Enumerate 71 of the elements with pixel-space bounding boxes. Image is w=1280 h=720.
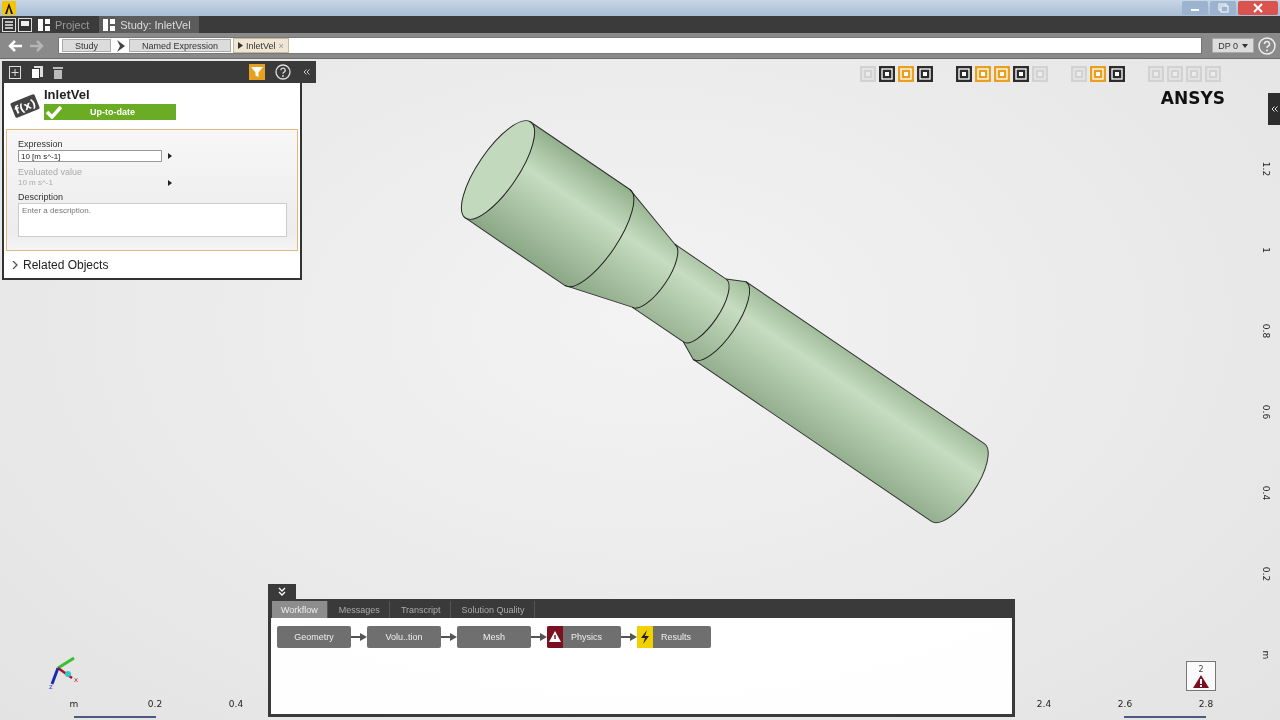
arrow-icon (351, 633, 367, 641)
double-chevron-icon (1270, 106, 1278, 112)
collapse-button[interactable] (1268, 93, 1280, 125)
workflow-step[interactable]: Results (637, 626, 711, 648)
caret-icon (1242, 43, 1248, 48)
arrow-icon (441, 633, 457, 641)
warning-icon (547, 626, 563, 648)
caret-icon (238, 42, 244, 49)
breadcrumb-item[interactable]: Study (62, 39, 111, 52)
view-tool-icon[interactable] (956, 66, 972, 82)
ruler-label: 2.8 (1197, 699, 1215, 709)
chevron-icon (115, 38, 127, 53)
workflow-step[interactable]: Geometry (277, 626, 351, 648)
status-badge: Up-to-date (44, 104, 176, 120)
ruler-label: 0.4 (227, 699, 245, 709)
warning-badge[interactable]: 2 (1186, 661, 1216, 691)
ruler-label: 2.4 (1035, 699, 1053, 709)
expression-name: InletVel (44, 87, 91, 102)
field-label: Evaluated value (18, 167, 84, 177)
ruler-label: 0.6 (1260, 404, 1272, 420)
close-icon[interactable] (1238, 1, 1278, 15)
check-icon (46, 105, 62, 119)
function-icon: f(x) (10, 91, 40, 121)
collapse-icon[interactable] (268, 584, 296, 599)
expand-arrow-icon[interactable] (168, 179, 172, 186)
view-tool-icon[interactable] (1013, 66, 1029, 82)
ruler-label: 2.6 (1116, 699, 1134, 709)
ruler-label: m (68, 699, 80, 709)
field-label: Description (18, 192, 65, 202)
ruler-label: 0.4 (1260, 485, 1272, 501)
design-point-dropdown[interactable]: DP 0 (1212, 38, 1254, 53)
delete-icon[interactable] (53, 65, 63, 79)
view-tool-icon[interactable] (879, 66, 895, 82)
window-tab[interactable]: Study: InletVel (99, 16, 199, 33)
collapse-icon[interactable] (303, 69, 310, 75)
layout-icon (38, 18, 50, 31)
help-icon[interactable] (275, 64, 291, 80)
warning-icon (1193, 674, 1209, 688)
ruler-label: 1 (1260, 246, 1272, 255)
breadcrumb-item[interactable]: InletVel (246, 40, 276, 51)
new-icon[interactable] (9, 65, 21, 79)
view-tool-icon[interactable] (1109, 66, 1125, 82)
ruler-label: 0.8 (1260, 323, 1272, 339)
expression-field[interactable]: 10 [m s^-1] (18, 150, 162, 162)
brand-logo: ANSYS (1160, 88, 1225, 108)
ruler-label: 0.2 (1260, 566, 1272, 582)
menu-icon[interactable] (2, 17, 16, 32)
arrow-icon (531, 633, 547, 641)
copy-icon[interactable] (31, 65, 43, 79)
window-icon[interactable] (18, 17, 32, 32)
layout-icon (103, 18, 116, 31)
workflow-step[interactable]: Mesh (457, 626, 531, 648)
arrow-icon (621, 633, 637, 641)
view-tool-icon[interactable] (917, 66, 933, 82)
filter-icon[interactable] (249, 64, 265, 80)
expand-arrow-icon[interactable] (168, 153, 172, 159)
description-field[interactable]: Enter a description. (18, 203, 287, 237)
lightning-icon (637, 626, 653, 648)
panel-tab[interactable]: Workflow (272, 601, 328, 618)
breadcrumb-field[interactable]: Study Named Expression InletVel × (58, 37, 1203, 54)
workflow-step[interactable]: Physics (547, 626, 621, 648)
section-header[interactable]: Related Objects (6, 251, 298, 274)
back-arrow-icon[interactable] (6, 37, 24, 54)
field-label: Expression (18, 139, 64, 149)
ruler-label: m (1260, 649, 1272, 662)
app-logo-icon (2, 1, 16, 15)
breadcrumb-item[interactable]: Named Expression (129, 39, 232, 52)
ruler-label: 0.2 (146, 699, 164, 709)
ruler-label: 1.2 (1260, 161, 1272, 177)
minimize-icon[interactable] (1182, 1, 1208, 15)
workflow-step[interactable]: Volu..tion (367, 626, 441, 648)
